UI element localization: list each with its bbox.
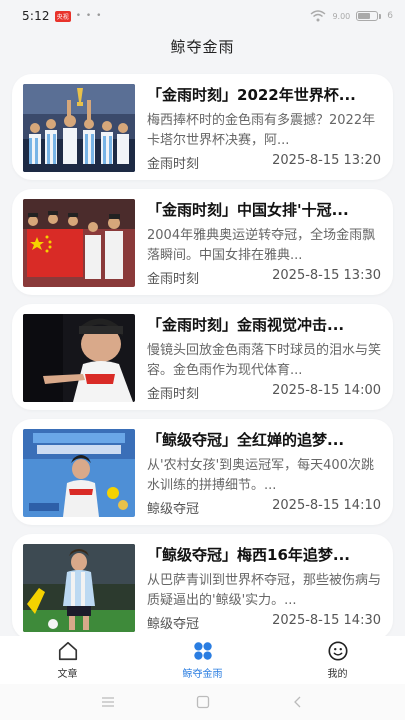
- smiley-face-icon: [327, 641, 348, 661]
- page-title: 鲸夺金雨: [170, 38, 235, 56]
- status-bar: 5:12 央视 • • • 9.00 6: [0, 0, 405, 32]
- article-date: 2025-8-15 13:20: [272, 153, 381, 168]
- tab-label: 文章: [57, 669, 78, 680]
- article-card[interactable]: 「金雨时刻」金雨视觉冲击... 慢镜头回放金色雨落下时球员的泪水与笑容。金色雨作…: [12, 304, 393, 410]
- article-summary: 从'农村女孩'到奥运冠军，每天400次跳水训练的拼搏细节。...: [147, 458, 374, 493]
- article-title[interactable]: 「鲸级夺冠」梅西16年追梦...: [147, 544, 385, 566]
- battery-level: 6: [387, 11, 393, 21]
- article-category: 鲸级夺冠: [147, 502, 200, 517]
- notification-dots: • • •: [75, 11, 103, 21]
- article-thumbnail[interactable]: [23, 84, 135, 172]
- app-badge-icon: 央视: [54, 10, 71, 22]
- footballer-photo-icon: [23, 544, 135, 632]
- menu-icon[interactable]: [100, 694, 116, 710]
- tab-jingduo-jinyu[interactable]: 鲸夺金雨: [135, 636, 270, 684]
- diver-poster-photo-icon: [23, 429, 135, 517]
- article-date: 2025-8-15 14:10: [272, 498, 381, 513]
- article-title[interactable]: 「金雨时刻」金雨视觉冲击...: [147, 314, 385, 336]
- trophy-celebration-photo-icon: [23, 84, 135, 172]
- article-category: 鲸级夺冠: [147, 617, 200, 632]
- bottom-tab-bar: 文章 鲸夺金雨 我的: [0, 636, 405, 684]
- article-card[interactable]: 「金雨时刻」2022年世界杯... 梅西捧杯时的金色雨有多震撼？2022年卡塔尔…: [12, 74, 393, 180]
- article-thumbnail[interactable]: [23, 544, 135, 632]
- battery-tip: [379, 13, 382, 19]
- article-card[interactable]: 「鲸级夺冠」全红婵的追梦... 从'农村女孩'到奥运冠军，每天400次跳水训练的…: [12, 419, 393, 525]
- home-square-icon[interactable]: [195, 694, 211, 710]
- tab-label: 鲸夺金雨: [182, 669, 223, 680]
- volleyball-team-flag-photo-icon: [23, 199, 135, 287]
- home-icon: [58, 641, 77, 661]
- article-thumbnail[interactable]: [23, 314, 135, 402]
- tab-profile[interactable]: 我的: [270, 636, 405, 684]
- network-speed: 9.00: [332, 11, 351, 21]
- article-card[interactable]: 「鲸级夺冠」梅西16年追梦... 从巴萨青训到世界杯夺冠，那些被伤病与质疑逼出的…: [12, 534, 393, 640]
- article-category: 金雨时刻: [147, 387, 200, 402]
- clover-grid-icon: [193, 642, 212, 660]
- article-date: 2025-8-15 14:00: [272, 383, 381, 398]
- tab-label: 我的: [327, 669, 348, 680]
- article-title[interactable]: 「金雨时刻」中国女排'十冠...: [147, 199, 385, 221]
- article-date: 2025-8-15 14:30: [272, 613, 381, 628]
- athlete-closeup-photo-icon: [23, 314, 135, 402]
- article-title[interactable]: 「鲸级夺冠」全红婵的追梦...: [147, 429, 385, 451]
- article-date: 2025-8-15 13:30: [272, 268, 381, 283]
- article-thumbnail[interactable]: [23, 429, 135, 517]
- article-summary: 2004年雅典奥运逆转夺冠，全场金雨飘落瞬间。中国女排在雅典...: [147, 228, 376, 263]
- article-title[interactable]: 「金雨时刻」2022年世界杯...: [147, 84, 385, 106]
- status-time: 5:12: [22, 9, 50, 23]
- system-nav-bar: [0, 684, 405, 720]
- article-category: 金雨时刻: [147, 157, 200, 172]
- tab-articles[interactable]: 文章: [0, 636, 135, 684]
- wifi-icon: [310, 10, 326, 22]
- back-icon[interactable]: [290, 694, 306, 710]
- article-summary: 从巴萨青训到世界杯夺冠，那些被伤病与质疑逼出的'鲸级'实力。...: [147, 573, 382, 608]
- article-card[interactable]: 「金雨时刻」中国女排'十冠... 2004年雅典奥运逆转夺冠，全场金雨飘落瞬间。…: [12, 189, 393, 295]
- article-summary: 慢镜头回放金色雨落下时球员的泪水与笑容。金色雨作为现代体育...: [147, 343, 382, 378]
- article-thumbnail[interactable]: [23, 199, 135, 287]
- article-category: 金雨时刻: [147, 272, 200, 287]
- battery-icon: [356, 11, 379, 21]
- article-summary: 梅西捧杯时的金色雨有多震撼？2022年卡塔尔世界杯决赛，阿...: [147, 113, 376, 148]
